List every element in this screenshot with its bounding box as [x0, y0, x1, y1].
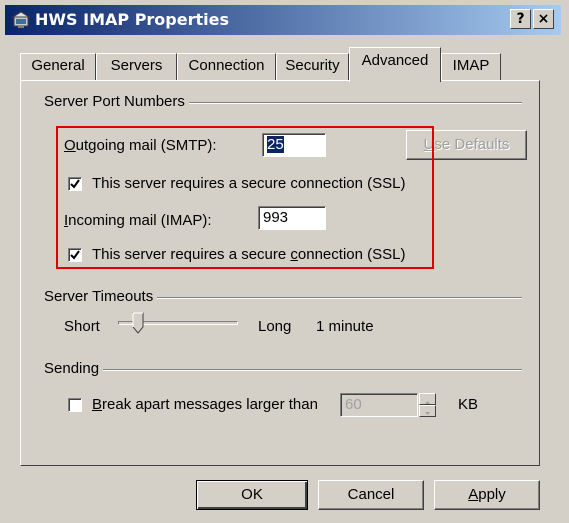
- tab-connection[interactable]: Connection: [177, 53, 276, 80]
- help-button[interactable]: ?: [510, 9, 531, 29]
- cancel-button[interactable]: Cancel: [318, 480, 424, 510]
- highlight-box: [56, 126, 434, 269]
- arrow-down-icon: [425, 412, 430, 415]
- message-size-input[interactable]: 60: [340, 393, 418, 417]
- timeout-value-text: 1 minute: [316, 318, 374, 335]
- port-group-label: Server Port Numbers: [44, 93, 189, 110]
- spin-down-button[interactable]: [419, 405, 436, 417]
- apply-button[interactable]: Apply: [434, 480, 540, 510]
- message-size-spinner[interactable]: [419, 393, 436, 417]
- tab-advanced[interactable]: Advanced: [349, 47, 441, 82]
- properties-dialog: HWS IMAP Properties ? × General Servers …: [0, 0, 569, 523]
- tab-general[interactable]: General: [20, 53, 96, 80]
- break-apart-label: Break apart messages larger than: [92, 396, 318, 413]
- close-button[interactable]: ×: [533, 9, 554, 29]
- ok-button[interactable]: OK: [196, 480, 308, 510]
- timeout-long-label: Long: [258, 318, 292, 335]
- tab-servers[interactable]: Servers: [96, 53, 177, 80]
- tab-security[interactable]: Security: [276, 53, 349, 80]
- network-computer-icon: [12, 11, 30, 28]
- timeout-slider-thumb[interactable]: [132, 312, 144, 334]
- size-unit-label: KB: [458, 396, 479, 413]
- sending-group-divider: [44, 369, 522, 371]
- timeout-short-label: Short: [64, 318, 100, 335]
- break-apart-checkbox[interactable]: [68, 398, 82, 412]
- tab-imap[interactable]: IMAP: [441, 53, 501, 80]
- window-title: HWS IMAP Properties: [35, 10, 229, 29]
- sending-group-label: Sending: [44, 360, 104, 377]
- spin-up-button[interactable]: [419, 393, 436, 405]
- title-bar[interactable]: HWS IMAP Properties ? ×: [5, 5, 561, 35]
- timeouts-group-label: Server Timeouts: [44, 288, 158, 305]
